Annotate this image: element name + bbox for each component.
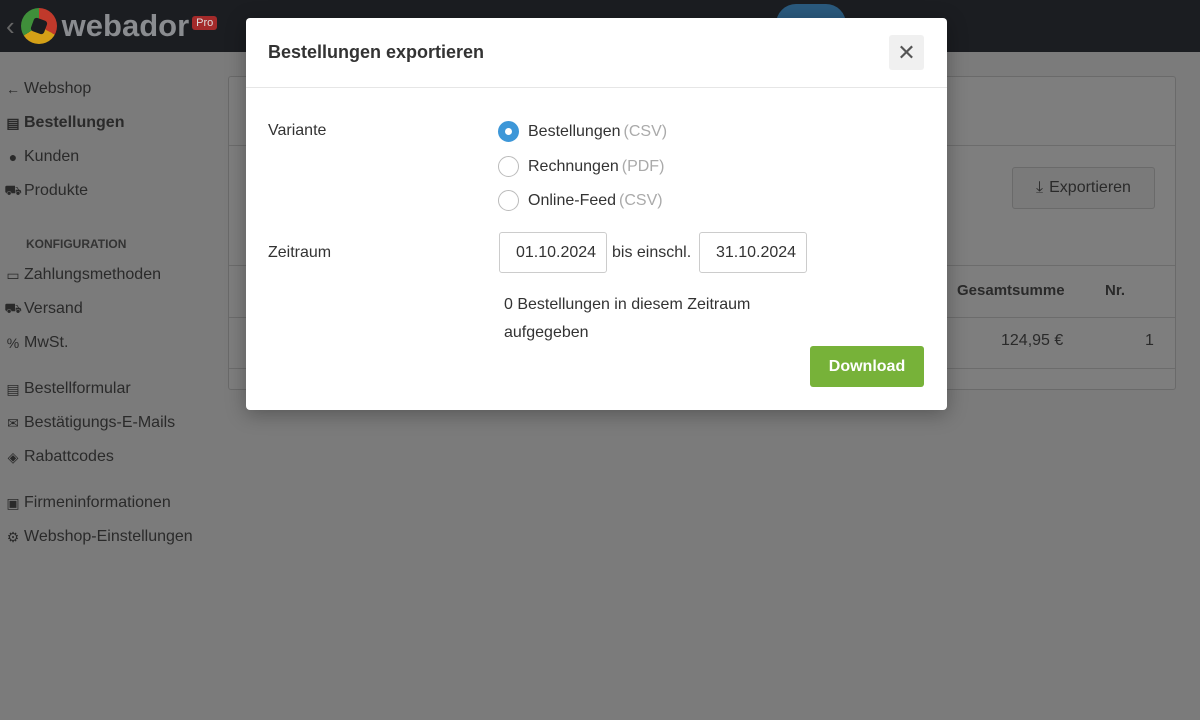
- sidebar-item-mwst[interactable]: % MwSt.: [0, 326, 220, 360]
- label: Webshop-Einstellungen: [24, 528, 193, 545]
- export-dialog: Bestellungen exportieren ✕ Variante Best…: [246, 18, 947, 410]
- radio-unchecked-icon: [498, 156, 519, 177]
- sidebar-back-webshop[interactable]: ← Webshop: [0, 72, 220, 106]
- sidebar-item-firmeninformationen[interactable]: ▣ Firmeninformationen: [0, 486, 220, 520]
- sidebar-item-produkte[interactable]: ⛟ Produkte: [0, 174, 220, 208]
- sidebar-item-rabattcodes[interactable]: ◈ Rabattcodes: [0, 440, 220, 474]
- id-card-icon: ▣: [6, 494, 20, 511]
- back-chevron-icon[interactable]: ‹: [6, 11, 15, 42]
- label: Rabattcodes: [24, 448, 114, 465]
- radio-online-feed-csv[interactable]: Online-Feed (CSV): [498, 190, 663, 211]
- logo-icon: [20, 8, 57, 44]
- label: Kunden: [24, 148, 80, 165]
- label: Versand: [24, 300, 83, 317]
- label: Zahlungsmethoden: [24, 266, 161, 283]
- gear-icon: ⚙: [6, 528, 20, 545]
- pro-badge: Pro: [192, 16, 218, 30]
- variant-label: Variante: [268, 122, 327, 139]
- label: Rechnungen: [528, 157, 619, 175]
- sidebar-item-versand[interactable]: ⛟ Versand: [0, 292, 220, 326]
- date-to-input[interactable]: [699, 232, 807, 273]
- cell-number: 1: [1145, 332, 1154, 349]
- sidebar-item-bestaetigungs-emails[interactable]: ✉ Bestätigungs-E-Mails: [0, 406, 220, 440]
- export-button[interactable]: ⤓ Exportieren: [1012, 167, 1155, 209]
- truck-icon: ⛟: [4, 299, 22, 316]
- cart-icon: ⛟: [4, 181, 22, 198]
- label: Bestellformular: [24, 380, 131, 397]
- column-header-number[interactable]: Nr.: [1105, 282, 1125, 299]
- cell-total: 124,95 €: [1001, 332, 1064, 349]
- download-button[interactable]: Download: [810, 346, 924, 387]
- envelope-icon: ✉: [7, 414, 19, 431]
- to-label: bis einschl.: [612, 244, 692, 261]
- label: Bestätigungs-E-Mails: [24, 414, 176, 431]
- close-button[interactable]: ✕: [889, 35, 924, 70]
- form-icon: ▤: [6, 380, 20, 397]
- arrow-left-icon: ←: [6, 81, 20, 97]
- label: Firmeninformationen: [24, 494, 171, 511]
- radio-bestellungen-csv[interactable]: Bestellungen (CSV): [498, 121, 667, 142]
- format: (PDF): [621, 157, 665, 175]
- label: Bestellungen: [528, 122, 621, 140]
- format: (CSV): [623, 122, 668, 140]
- sidebar-item-zahlungsmethoden[interactable]: ▭ Zahlungsmethoden: [0, 258, 220, 292]
- sidebar-item-bestellungen[interactable]: ▤ Bestellungen: [0, 106, 220, 140]
- radio-unchecked-icon: [498, 190, 519, 211]
- label: Bestellungen: [24, 114, 125, 131]
- column-header-total[interactable]: Gesamtsumme: [957, 282, 1065, 299]
- section-heading: KONFIGURATION: [26, 237, 127, 251]
- credit-card-icon: ▭: [6, 266, 20, 283]
- ticket-icon: ◈: [7, 448, 19, 465]
- logo[interactable]: webador Pro: [20, 8, 218, 44]
- radio-checked-icon: [498, 121, 519, 142]
- percent-icon: %: [6, 335, 20, 351]
- order-count-info: 0 Bestellungen in diesem Zeitraum aufgeg…: [504, 296, 751, 341]
- logo-text: webador: [61, 8, 190, 43]
- close-icon: ✕: [897, 39, 916, 65]
- date-from-input[interactable]: [499, 232, 607, 273]
- label: MwSt.: [24, 334, 69, 351]
- label: Online-Feed: [528, 191, 617, 209]
- download-icon: ⤓: [1036, 179, 1044, 196]
- sidebar-item-bestellformular[interactable]: ▤ Bestellformular: [0, 372, 220, 406]
- radio-rechnungen-pdf[interactable]: Rechnungen (PDF): [498, 156, 664, 177]
- sidebar: ← Webshop ▤ Bestellungen ● Kunden ⛟ Produkte…: [0, 52, 220, 554]
- label: Webshop: [24, 80, 92, 97]
- sidebar-item-webshop-einstellungen[interactable]: ⚙ Webshop-Einstellungen: [0, 520, 220, 554]
- format: (CSV): [619, 191, 663, 209]
- period-label: Zeitraum: [268, 244, 332, 261]
- label: Produkte: [24, 182, 89, 199]
- dialog-title: Bestellungen exportieren: [268, 42, 485, 62]
- document-icon: ▤: [6, 114, 20, 131]
- user-icon: ●: [8, 149, 18, 165]
- label: Exportieren: [1049, 179, 1131, 196]
- sidebar-item-kunden[interactable]: ● Kunden: [0, 140, 220, 174]
